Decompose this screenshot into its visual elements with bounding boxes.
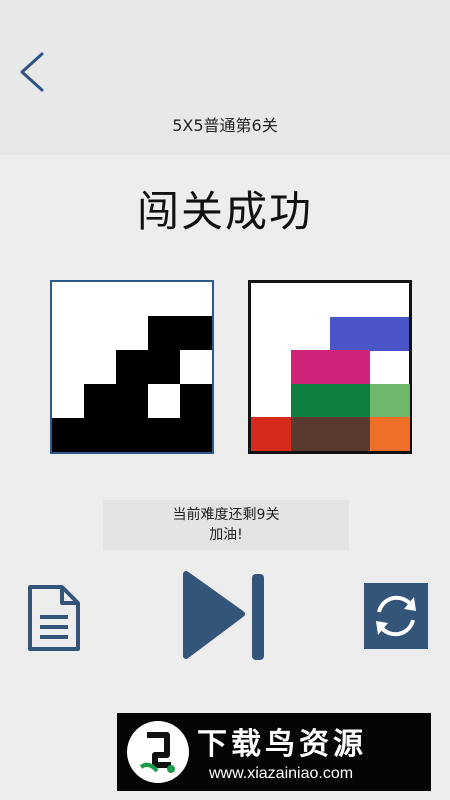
next-level-icon [183, 571, 264, 660]
pattern-cell [180, 384, 212, 418]
color-block [290, 350, 370, 385]
pattern-cell [84, 384, 116, 418]
message-box: 当前难度还剩9关 加油! [103, 500, 349, 550]
target-pattern-board [50, 280, 214, 454]
pattern-cell [180, 418, 212, 452]
refresh-button[interactable] [364, 583, 428, 649]
result-pattern-board [248, 280, 412, 454]
level-title: 5X5普通第6关 [172, 116, 278, 135]
cheer-text: 加油! [209, 527, 243, 543]
pattern-cell [148, 350, 180, 384]
next-level-button[interactable] [180, 570, 272, 662]
chevron-left-icon [20, 52, 44, 92]
bird-logo-icon [127, 721, 189, 783]
document-icon [28, 585, 80, 651]
color-block [369, 383, 410, 418]
pattern-cell [84, 418, 116, 452]
watermark-banner: 下载鸟资源 www.xiazainiao.com [117, 713, 431, 791]
banner-title: 下载鸟资源 [197, 727, 367, 762]
color-block [290, 417, 370, 452]
color-block [290, 383, 370, 418]
pattern-cell [116, 418, 148, 452]
color-block [369, 417, 410, 452]
pattern-cell [52, 418, 84, 452]
color-block [251, 417, 291, 452]
pattern-cell [180, 316, 212, 350]
pattern-cell [116, 384, 148, 418]
pattern-cell [116, 350, 148, 384]
pattern-cell [148, 316, 180, 350]
refresh-icon [376, 595, 416, 637]
document-button[interactable] [22, 583, 84, 653]
color-block [330, 316, 409, 351]
result-title: 闯关成功 [136, 187, 313, 236]
back-button[interactable] [14, 50, 54, 94]
remaining-levels-text: 当前难度还剩9关 [172, 507, 280, 523]
banner-url: www.xiazainiao.com [209, 765, 354, 782]
pattern-cell [148, 418, 180, 452]
